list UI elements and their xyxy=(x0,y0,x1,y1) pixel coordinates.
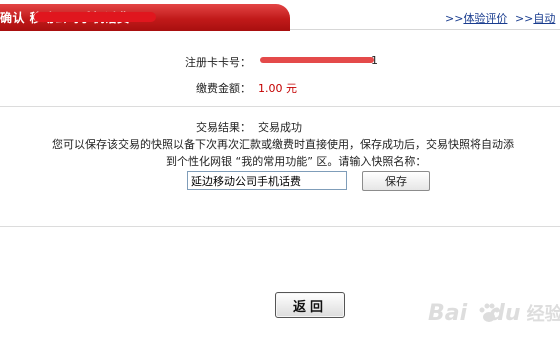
header-divider xyxy=(290,29,560,30)
section-divider xyxy=(0,106,560,107)
header-links: >>体验评价 >>自动 xyxy=(445,10,555,26)
snapshot-info-line2: 到个性化网银 “我的常用功能” 区。请输入快照名称： xyxy=(166,155,427,168)
evaluate-link[interactable]: 体验评价 xyxy=(463,12,507,25)
snapshot-name-input[interactable] xyxy=(187,171,347,190)
link-arrow-icon: >> xyxy=(445,12,464,25)
redaction-mark xyxy=(34,12,156,22)
amount-label: 缴费金额： xyxy=(196,82,251,95)
result-value: 交易成功 xyxy=(258,121,302,134)
snapshot-info-line1: 您可以保存该交易的快照以备下次再次汇款或缴费时直接使用，保存成功后，交易快照将自… xyxy=(52,138,514,151)
section-divider xyxy=(0,226,560,227)
watermark: Bai du 经验 xyxy=(428,300,560,326)
card-number-redaction xyxy=(260,57,374,63)
card-number-tail: 1 xyxy=(371,54,378,67)
back-button[interactable]: 返回 xyxy=(275,292,345,318)
paw-icon xyxy=(479,303,500,322)
result-label: 交易结果： xyxy=(196,121,251,134)
amount-value: 1.00 元 xyxy=(258,82,297,95)
card-number-label: 注册卡卡号： xyxy=(185,56,251,69)
watermark-cn: 经验 xyxy=(526,304,560,325)
save-button[interactable]: 保存 xyxy=(362,171,430,191)
page-header: 确认 移动公司手机话费 >>体验评价 >>自动 xyxy=(0,0,560,35)
auto-link[interactable]: 自动 xyxy=(533,12,555,25)
link-arrow-icon: >> xyxy=(514,12,534,25)
watermark-brand: Bai xyxy=(428,301,468,326)
